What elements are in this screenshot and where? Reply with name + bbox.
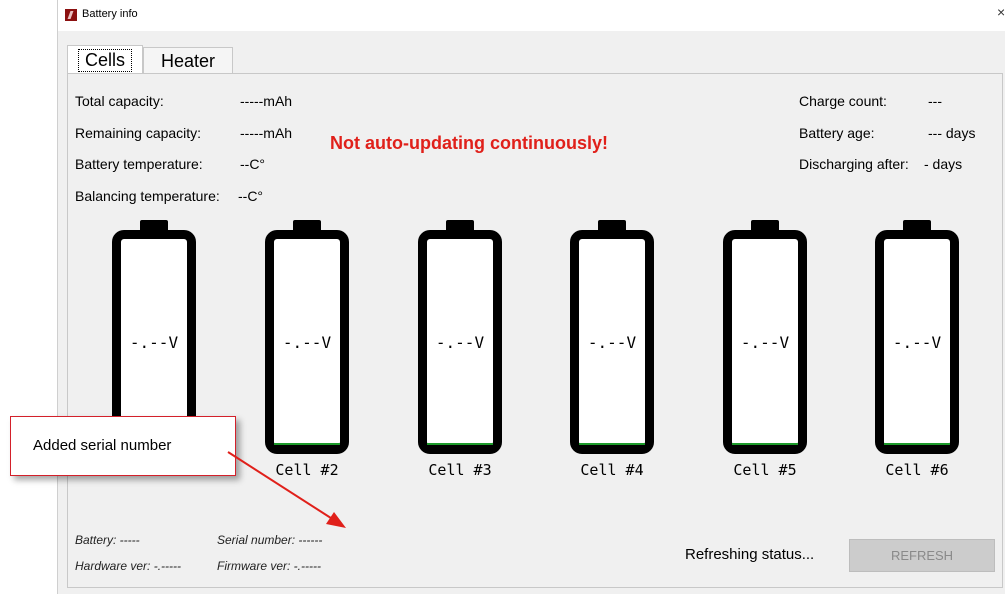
cell-4-label: Cell #4 bbox=[580, 461, 644, 479]
charge-level-bar bbox=[884, 443, 950, 445]
firmware-version-label: Firmware ver: -.----- bbox=[217, 559, 321, 573]
battery-app-icon bbox=[65, 9, 77, 21]
serial-number-label: Serial number: ------ bbox=[217, 533, 323, 547]
callout-text: Added serial number bbox=[33, 437, 172, 454]
cell-voltage: -.--V bbox=[129, 333, 179, 352]
not-auto-updating-warning: Not auto-updating continuously! bbox=[330, 133, 608, 153]
charge-count-label: Charge count: bbox=[799, 93, 887, 109]
cell-2-label: Cell #2 bbox=[275, 461, 339, 479]
charge-level-bar bbox=[274, 443, 340, 445]
battery-info-window: Battery info × Cells Heater bbox=[57, 0, 1005, 594]
discharging-after-value: - days bbox=[924, 156, 963, 172]
balancing-temperature-label: Balancing temperature: bbox=[75, 188, 220, 204]
battery-body: -.--V bbox=[875, 230, 959, 454]
balancing-temperature-value: --C° bbox=[238, 188, 264, 204]
cell-3-battery: -.--V bbox=[418, 220, 502, 454]
cell-2-battery: -.--V bbox=[265, 220, 349, 454]
charge-count-value: --- bbox=[928, 93, 942, 109]
battery-age-value: --- days bbox=[928, 125, 976, 141]
cell-6-label: Cell #6 bbox=[885, 461, 949, 479]
hardware-version-label: Hardware ver: -.----- bbox=[75, 559, 182, 573]
battery-body: -.--V bbox=[265, 230, 349, 454]
title-bar: Battery info × bbox=[58, 0, 1005, 31]
battery-id-label: Battery: ----- bbox=[75, 533, 140, 547]
tab-cells-label: Cells bbox=[77, 48, 132, 72]
refresh-button[interactable]: REFRESH bbox=[849, 539, 995, 572]
battery-body: -.--V bbox=[570, 230, 654, 454]
battery-temperature-value: --C° bbox=[240, 156, 266, 172]
charge-level-bar bbox=[732, 443, 798, 445]
cell-4-battery: -.--V bbox=[570, 220, 654, 454]
tab-heater[interactable]: Heater bbox=[143, 47, 233, 74]
window-title: Battery info bbox=[82, 8, 138, 20]
total-capacity-value: -----mAh bbox=[240, 93, 293, 109]
remaining-capacity-value: -----mAh bbox=[240, 125, 293, 141]
tab-cells[interactable]: Cells bbox=[67, 45, 143, 74]
cell-voltage: -.--V bbox=[740, 333, 790, 352]
cell-5-battery: -.--V bbox=[723, 220, 807, 454]
battery-body: -.--V bbox=[723, 230, 807, 454]
cell-voltage: -.--V bbox=[892, 333, 942, 352]
close-icon[interactable]: × bbox=[997, 4, 1005, 20]
remaining-capacity-label: Remaining capacity: bbox=[75, 125, 202, 141]
cell-6-battery: -.--V bbox=[875, 220, 959, 454]
cell-3-label: Cell #3 bbox=[428, 461, 492, 479]
battery-age-label: Battery age: bbox=[799, 125, 875, 141]
battery-body: -.--V bbox=[418, 230, 502, 454]
cell-voltage: -.--V bbox=[587, 333, 637, 352]
serial-number-callout: Added serial number bbox=[10, 416, 236, 476]
refresh-status-text: Refreshing status... bbox=[685, 546, 815, 563]
cell-voltage: -.--V bbox=[435, 333, 485, 352]
tab-heater-label: Heater bbox=[160, 50, 216, 71]
cell-5-label: Cell #5 bbox=[733, 461, 797, 479]
charge-level-bar bbox=[579, 443, 645, 445]
total-capacity-label: Total capacity: bbox=[75, 93, 164, 109]
discharging-after-label: Discharging after: bbox=[799, 156, 909, 172]
cell-voltage: -.--V bbox=[282, 333, 332, 352]
battery-temperature-label: Battery temperature: bbox=[75, 156, 203, 172]
charge-level-bar bbox=[427, 443, 493, 445]
